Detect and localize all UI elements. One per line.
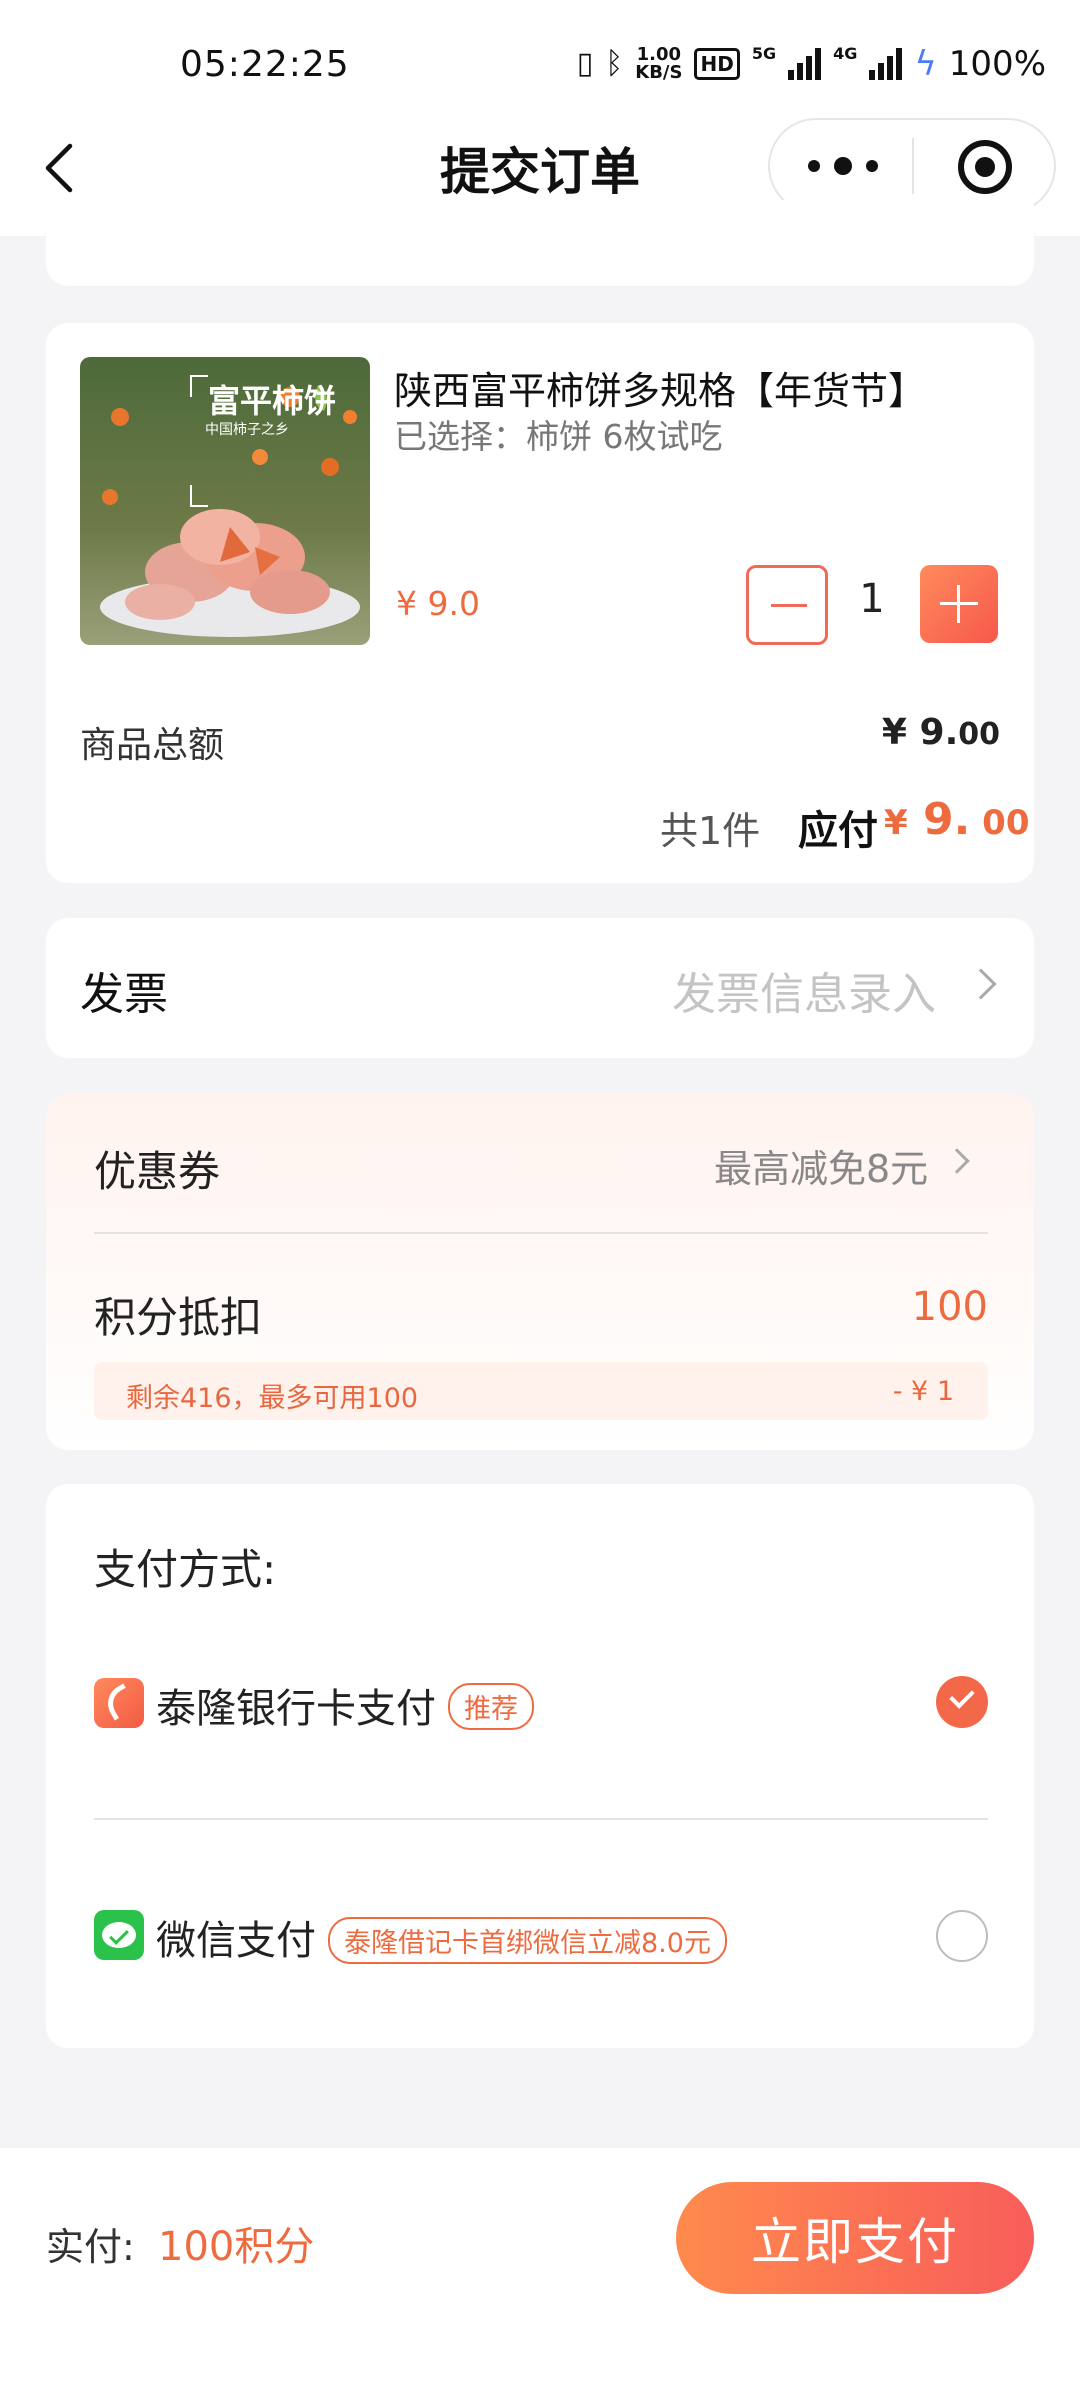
points-note: 剩余416，最多可用100 <box>126 1383 419 1414</box>
goods-total-label: 商品总额 <box>80 725 225 766</box>
tailong-bank-icon <box>94 1678 144 1728</box>
battery-level: 100% <box>948 44 1046 84</box>
actual-pay-label: 实付: <box>46 2225 135 2269</box>
product-image-brand: 富平柿饼 <box>208 382 336 420</box>
product-image-slogan: 中国柿子之乡 <box>205 421 289 438</box>
close-mini-program-icon[interactable] <box>958 140 1012 194</box>
status-time: 05:22:25 <box>180 44 350 85</box>
signal-5g-label: 5G <box>751 44 777 63</box>
item-count: 共1件 <box>660 809 761 853</box>
signal-icon-2 <box>869 48 903 80</box>
payable-value: ¥ 9. 00 <box>884 794 1030 845</box>
recommend-badge: 推荐 <box>448 1683 534 1730</box>
goods-total-value: ¥ 9.00 <box>882 712 1000 753</box>
coupon-value[interactable]: 最高减免8元 <box>714 1138 928 1193</box>
minus-icon <box>771 604 807 607</box>
wechat-pay-icon <box>94 1910 144 1960</box>
product-spec: 已选择：柿饼 6枚试吃 <box>394 417 723 456</box>
divider <box>94 1818 988 1820</box>
quantity-value: 1 <box>859 576 885 622</box>
net-speed-unit: KB/S <box>635 62 683 83</box>
goods-total-int: 9. <box>919 712 959 753</box>
points-label: 积分抵扣 <box>94 1293 263 1342</box>
payable-dec: 00 <box>970 803 1030 843</box>
actual-pay-value: 100积分 <box>158 2224 315 2270</box>
product-image[interactable]: 富平柿饼 中国柿子之乡 <box>80 357 370 645</box>
bluetooth-icon: ᛒ <box>605 46 624 81</box>
signal-icon <box>788 48 822 80</box>
points-value[interactable]: 100 <box>912 1284 988 1330</box>
product-price: ¥ 9.0 <box>396 584 480 623</box>
pay-now-button[interactable]: 立即支付 <box>676 2182 1034 2294</box>
radio-checked-icon[interactable] <box>936 1676 988 1728</box>
payment-method-wechat[interactable]: 微信支付 <box>156 1908 316 1966</box>
goods-total-dec: 00 <box>958 717 1000 752</box>
signal-4g-label: 4G <box>833 44 858 63</box>
divider <box>94 1232 988 1234</box>
net-speed: 1.00 KB/S <box>635 46 682 82</box>
vibrate-icon: ▯ <box>576 46 594 81</box>
invoice-label: 发票 <box>80 969 168 1020</box>
quantity-increase-button[interactable] <box>920 565 998 643</box>
address-card <box>46 200 1034 286</box>
status-icons: ▯ ᛒ 1.00 KB/S HD 5G 4G ϟ 100% <box>577 44 1046 84</box>
charging-icon: ϟ <box>914 44 937 84</box>
invoice-placeholder: 发票信息录入 <box>672 969 936 1020</box>
coupon-label[interactable]: 优惠券 <box>94 1138 220 1199</box>
quantity-decrease-button[interactable] <box>746 565 828 645</box>
product-title: 陕西富平柿饼多规格【年货节】 <box>394 369 927 413</box>
points-deduct: - ¥ 1 <box>892 1376 954 1407</box>
capsule-divider <box>912 138 914 194</box>
payable-int: 9. <box>923 794 971 845</box>
payable-currency: ¥ <box>884 803 908 843</box>
more-options-icon[interactable] <box>808 150 878 182</box>
payable-label: 应付 <box>798 808 878 854</box>
wechat-promo-badge: 泰隆借记卡首绑微信立减8.0元 <box>328 1917 727 1964</box>
payment-method-tailong[interactable]: 泰隆银行卡支付 <box>156 1676 436 1734</box>
radio-unchecked-icon[interactable] <box>936 1910 988 1962</box>
hd-icon: HD <box>694 48 740 80</box>
payment-title: 支付方式: <box>94 1545 277 1594</box>
goods-total-currency: ¥ <box>881 712 907 753</box>
